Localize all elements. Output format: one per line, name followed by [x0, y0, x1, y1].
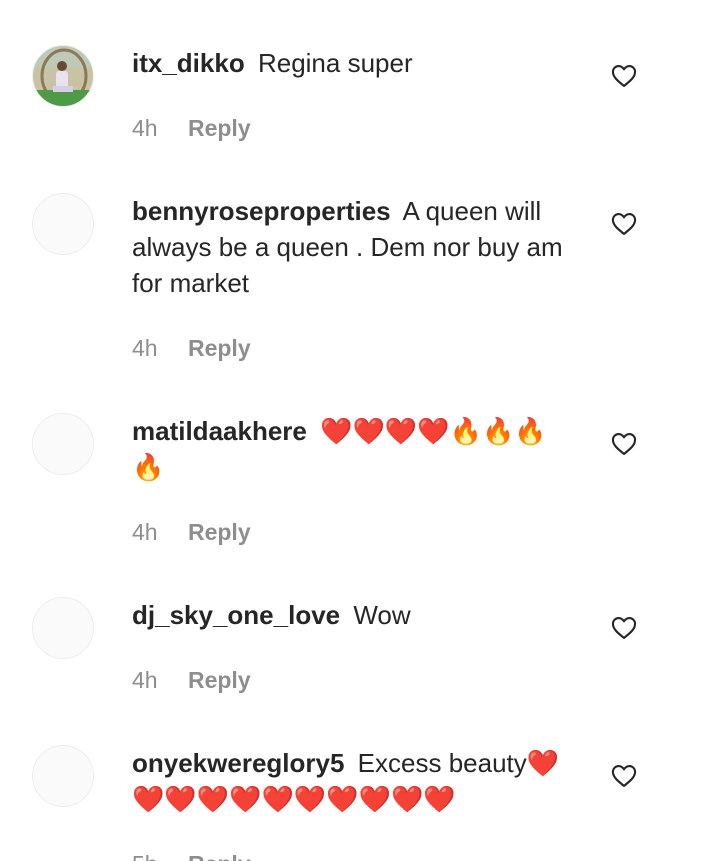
reply-button[interactable]: Reply	[188, 115, 251, 141]
reply-button[interactable]: Reply	[188, 851, 251, 861]
default-avatar-icon	[33, 194, 93, 254]
avatar[interactable]	[32, 193, 94, 255]
avatar[interactable]	[32, 413, 94, 475]
comment-text: Wow	[353, 600, 411, 630]
heart-outline-icon	[611, 433, 637, 455]
like-button[interactable]	[610, 62, 638, 90]
comment-meta: 4h Reply	[132, 517, 251, 547]
avatar[interactable]	[32, 597, 94, 659]
comment-meta: 5h Reply	[132, 849, 251, 861]
default-avatar-icon	[33, 746, 93, 806]
comment-body: itx_dikko Regina super	[132, 45, 572, 81]
comment-meta: 4h Reply	[132, 665, 251, 695]
default-avatar-icon	[33, 598, 93, 658]
heart-outline-icon	[611, 617, 637, 639]
avatar[interactable]	[32, 745, 94, 807]
comment-body: dj_sky_one_love Wow	[132, 597, 572, 633]
comment-username[interactable]: itx_dikko	[132, 48, 245, 78]
comment-body: onyekwereglory5 Excess beauty❤️❤️❤️❤️❤️❤…	[132, 745, 572, 817]
comment-meta: 4h Reply	[132, 113, 251, 143]
user-photo-icon	[33, 46, 93, 106]
reply-button[interactable]: Reply	[188, 519, 251, 545]
comment-text: Regina super	[257, 48, 413, 78]
comment-body: bennyroseproperties A queen will always …	[132, 193, 572, 301]
like-button[interactable]	[610, 430, 638, 458]
reply-button[interactable]: Reply	[188, 335, 251, 361]
comment-meta: 4h Reply	[132, 333, 251, 363]
comment-username[interactable]: onyekwereglory5	[132, 748, 344, 778]
comment-username[interactable]: dj_sky_one_love	[132, 600, 340, 630]
comment-timestamp: 4h	[132, 335, 158, 361]
heart-outline-icon	[611, 65, 637, 87]
reply-button[interactable]: Reply	[188, 667, 251, 693]
comment-timestamp: 4h	[132, 519, 158, 545]
like-button[interactable]	[610, 614, 638, 642]
comment-timestamp: 5h	[132, 851, 158, 861]
heart-outline-icon	[611, 213, 637, 235]
default-avatar-icon	[33, 414, 93, 474]
heart-outline-icon	[611, 765, 637, 787]
like-button[interactable]	[610, 762, 638, 790]
comment-timestamp: 4h	[132, 115, 158, 141]
like-button[interactable]	[610, 210, 638, 238]
comments-list: itx_dikko Regina super 4h Reply bennyros…	[0, 0, 720, 861]
avatar[interactable]	[32, 45, 94, 107]
comment-timestamp: 4h	[132, 667, 158, 693]
comment-username[interactable]: matildaakhere	[132, 416, 307, 446]
comment-username[interactable]: bennyroseproperties	[132, 196, 391, 226]
comment-body: matildaakhere ❤️❤️❤️❤️🔥🔥🔥🔥	[132, 413, 572, 485]
